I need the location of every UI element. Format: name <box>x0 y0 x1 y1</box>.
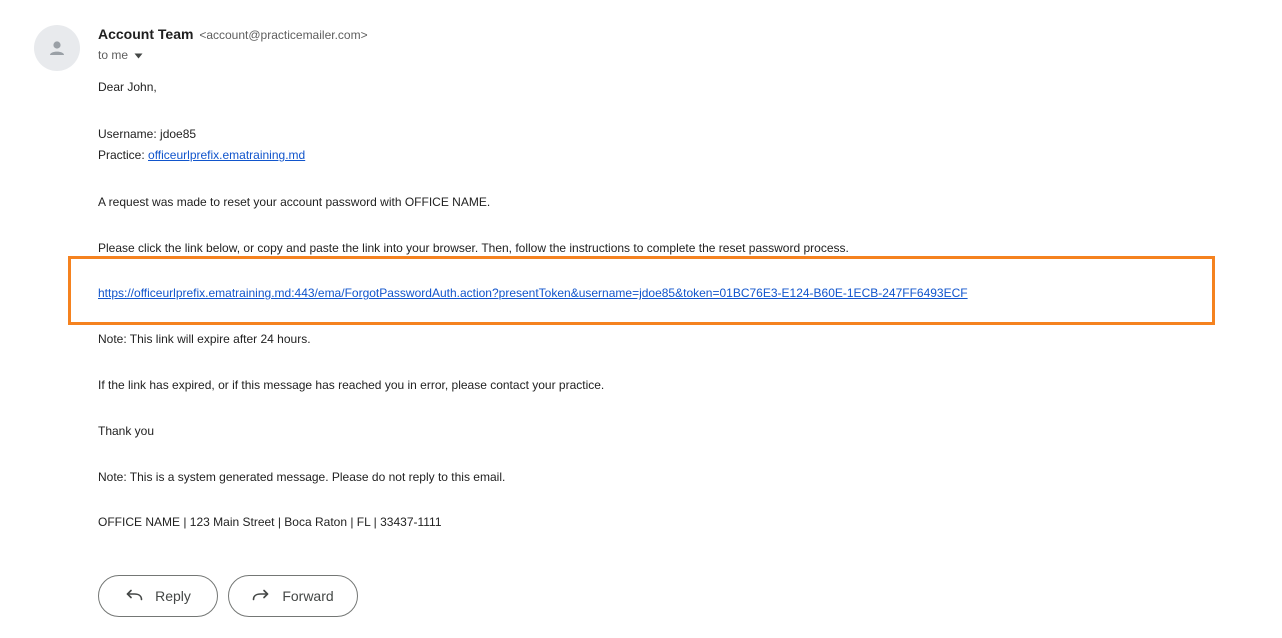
request-text: A request was made to reset your account… <box>98 195 491 209</box>
forward-arrow-icon <box>253 589 269 601</box>
forward-button[interactable]: Forward <box>228 575 358 617</box>
sender-email: <account@practicemailer.com> <box>199 28 368 42</box>
reply-label: Reply <box>155 588 191 604</box>
username-line: Username: jdoe85 <box>98 127 197 141</box>
caret-down-icon[interactable] <box>134 53 143 59</box>
person-icon <box>50 41 64 55</box>
practice-label: Practice: <box>98 148 149 162</box>
practice-line: Practice: officeurlprefix.ematraining.md <box>98 147 305 163</box>
thank-you: Thank you <box>98 424 155 438</box>
error-note: If the link has expired, or if this mess… <box>98 378 605 392</box>
highlight-box <box>68 256 1215 325</box>
system-note: Note: This is a system generated message… <box>98 470 506 484</box>
footer-address: OFFICE NAME | 123 Main Street | Boca Rat… <box>98 515 442 529</box>
sender-name[interactable]: Account Team <box>98 26 193 42</box>
instructions-text: Please click the link below, or copy and… <box>98 241 849 255</box>
practice-link[interactable]: officeurlprefix.ematraining.md <box>148 148 305 162</box>
forward-label: Forward <box>282 588 334 604</box>
sender-avatar[interactable] <box>34 25 80 71</box>
sender-line: Account Team <account@practicemailer.com… <box>98 25 368 44</box>
greeting: Dear John, <box>98 80 157 94</box>
expire-note: Note: This link will expire after 24 hou… <box>98 332 311 346</box>
reply-button[interactable]: Reply <box>98 575 218 617</box>
recipient-line[interactable]: to me <box>98 47 143 63</box>
recipient-label: to me <box>98 48 129 62</box>
reply-arrow-icon <box>126 589 143 601</box>
